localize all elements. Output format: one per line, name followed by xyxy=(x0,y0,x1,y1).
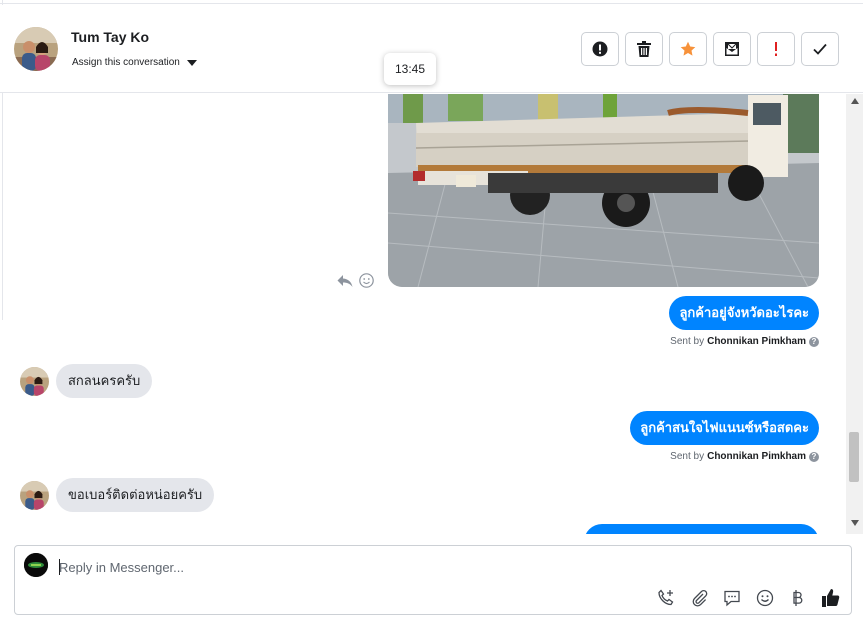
exclamation-icon xyxy=(775,42,777,56)
star-icon xyxy=(680,41,696,56)
reply-composer xyxy=(14,545,852,615)
thread-scrollbar[interactable] xyxy=(846,94,863,534)
mark-spam-button[interactable] xyxy=(581,32,619,66)
page-avatar xyxy=(24,553,48,577)
sender-name: Chonnikan Pimkham xyxy=(707,451,806,462)
follow-up-button[interactable] xyxy=(757,32,795,66)
conversation-toolbar xyxy=(581,32,839,66)
envelope-icon xyxy=(725,42,739,56)
outgoing-message[interactable]: ลูกค้าสนใจไฟแนนซ์หรือสดคะ xyxy=(630,411,819,445)
reply-icon[interactable] xyxy=(337,274,353,288)
truck-photo[interactable] xyxy=(388,94,819,287)
composer-toolbar xyxy=(656,588,841,608)
help-icon[interactable]: ? xyxy=(809,336,819,347)
sender-name: Chonnikan Pimkham xyxy=(707,336,806,347)
text-cursor xyxy=(59,559,60,575)
reaction-smiley-icon[interactable] xyxy=(359,273,374,288)
thumbs-up-icon[interactable] xyxy=(821,588,841,608)
caret-down-icon xyxy=(186,59,197,66)
baht-icon[interactable] xyxy=(788,588,808,608)
incoming-message[interactable]: สกลนครครับ xyxy=(56,364,153,398)
contact-avatar-small[interactable] xyxy=(20,366,49,396)
check-icon xyxy=(813,43,827,55)
exclamation-circle-icon xyxy=(592,41,608,57)
top-border xyxy=(0,0,863,4)
chat-bubble-icon[interactable] xyxy=(722,588,742,608)
incoming-message-row: ขอเบอร์ติดต่อหน่อยครับ xyxy=(20,478,215,512)
contact-avatar[interactable] xyxy=(14,27,58,71)
sent-by-line: Sent by Chonnikan Pimkham ? xyxy=(670,451,819,462)
message-actions xyxy=(337,273,374,288)
contact-avatar-small[interactable] xyxy=(20,480,49,510)
assign-conversation-dropdown[interactable]: Assign this conversation xyxy=(72,57,197,68)
sent-by-prefix: Sent by xyxy=(670,451,705,462)
delete-button[interactable] xyxy=(625,32,663,66)
timestamp-tooltip: 13:45 xyxy=(384,53,436,85)
trash-icon xyxy=(637,41,651,57)
scroll-up-arrow-icon[interactable] xyxy=(851,98,859,104)
reply-input[interactable] xyxy=(59,557,759,577)
message-thread[interactable]: ลูกค้าอยู่จังหวัดอะไรคะ Sent by Chonnika… xyxy=(0,94,846,534)
mark-unread-button[interactable] xyxy=(713,32,751,66)
help-icon[interactable]: ? xyxy=(809,451,819,462)
assign-label: Assign this conversation xyxy=(72,57,180,68)
contact-name[interactable]: Tum Tay Ko xyxy=(71,29,149,45)
sent-by-line: Sent by Chonnikan Pimkham ? xyxy=(670,336,819,347)
incoming-message[interactable]: ขอเบอร์ติดต่อหน่อยครับ xyxy=(56,478,215,512)
scroll-down-arrow-icon[interactable] xyxy=(851,520,859,526)
paperclip-icon[interactable] xyxy=(689,588,709,608)
mark-done-button[interactable] xyxy=(801,32,839,66)
phone-plus-icon[interactable] xyxy=(656,588,676,608)
outgoing-message[interactable]: ลูกค้าอยู่จังหวัดอะไรคะ xyxy=(669,296,819,330)
sent-by-prefix: Sent by xyxy=(670,336,705,347)
smiley-icon[interactable] xyxy=(755,588,775,608)
star-button[interactable] xyxy=(669,32,707,66)
incoming-message-row: สกลนครครับ xyxy=(20,364,153,398)
messenger-window: Tum Tay Ko Assign this conversation 13:4… xyxy=(0,0,863,617)
outgoing-message-partial[interactable] xyxy=(584,524,819,534)
scrollbar-thumb[interactable] xyxy=(849,432,859,482)
